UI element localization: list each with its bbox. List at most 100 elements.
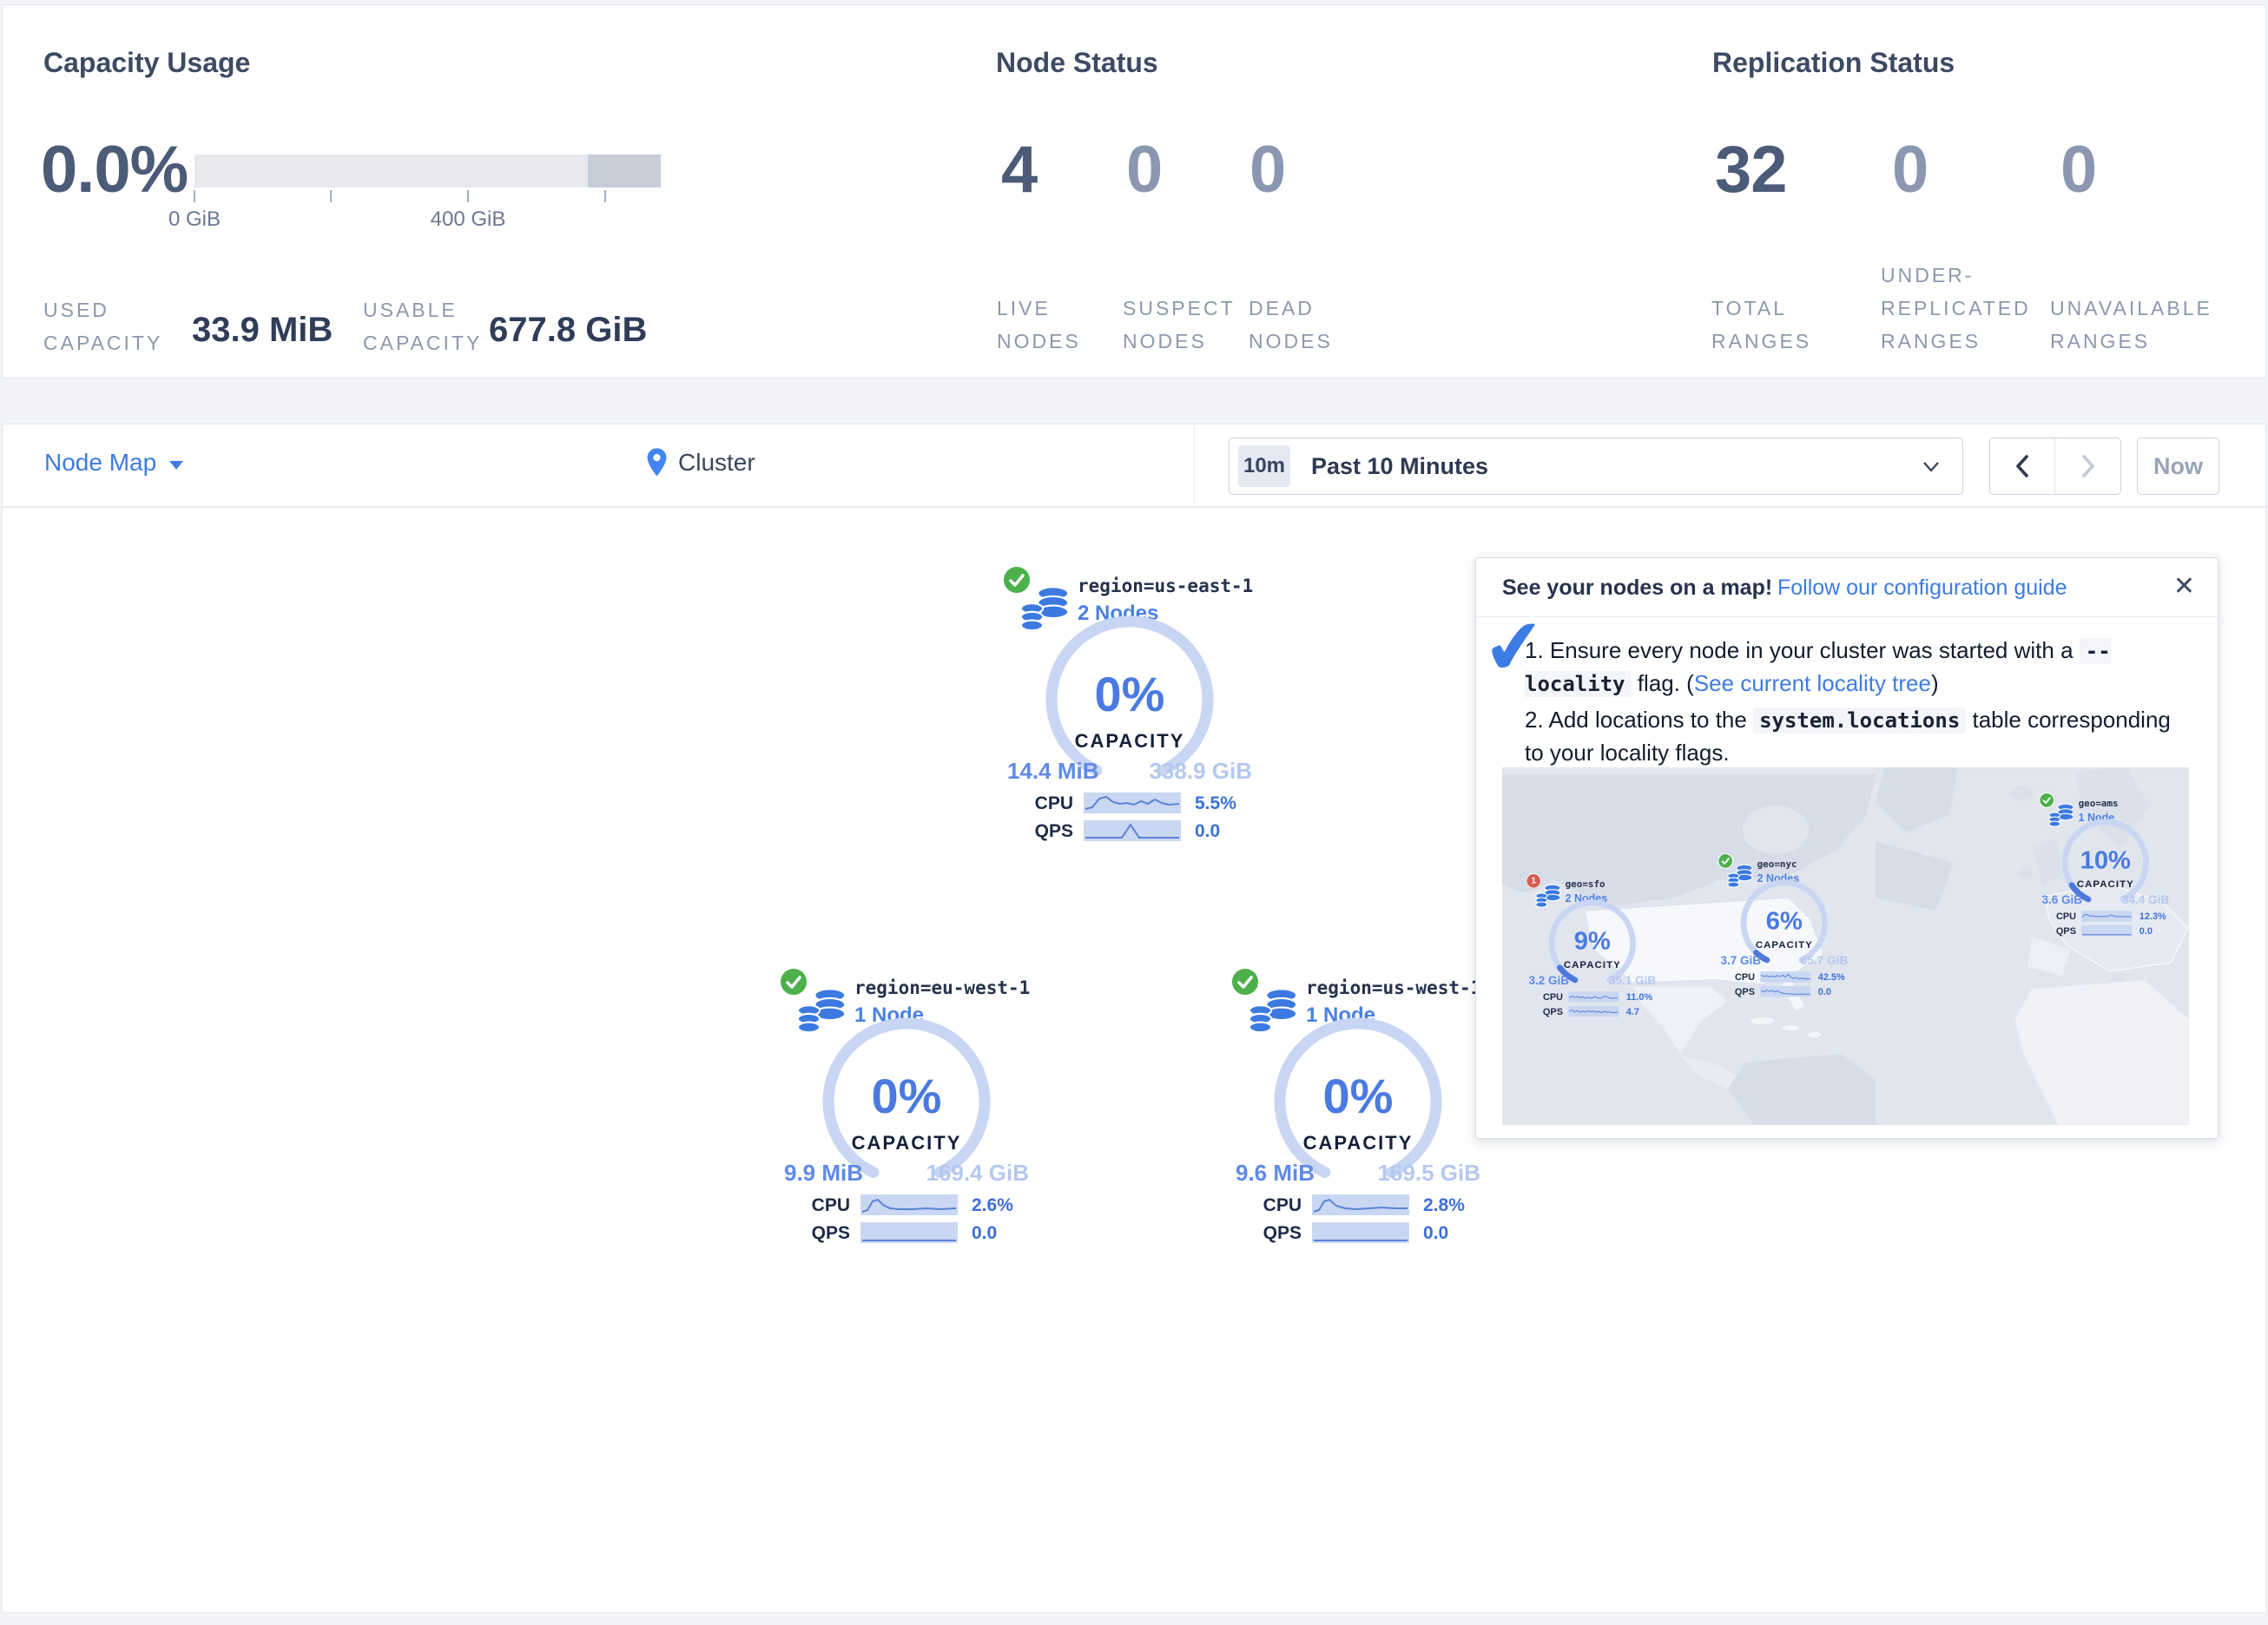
- cpu-row: CPU 12.3%: [2031, 911, 2180, 923]
- cpu-label: CPU: [1710, 972, 1755, 983]
- qps-value: 0.0: [1423, 1223, 1448, 1244]
- usable-capacity-label: USABLECAPACITY: [363, 293, 482, 359]
- warning-status-icon: 1: [1526, 873, 1541, 889]
- qps-sparkline: [1084, 820, 1181, 841]
- qps-value: 0.0: [1195, 821, 1220, 842]
- node-map-setup-popup: See your nodes on a map! Follow our conf…: [1475, 557, 2219, 1139]
- used-value: 3.6 GiB: [2041, 892, 2082, 906]
- configuration-guide-link[interactable]: Follow our configuration guide: [1777, 576, 2067, 601]
- axis-tick: [330, 190, 332, 202]
- qps-sparkline: [2081, 925, 2132, 936]
- used-capacity-value: 33.9 MiB: [192, 311, 333, 350]
- qps-sparkline: [1568, 1006, 1619, 1016]
- capacity-percent-value: 9%: [1518, 925, 1667, 955]
- time-forward-button[interactable]: [2055, 438, 2120, 494]
- total-value: 35.1 GiB: [1609, 973, 1656, 987]
- used-value: 9.6 MiB: [1236, 1160, 1315, 1187]
- qps-row: QPS 0.0: [763, 1222, 1050, 1245]
- cpu-sparkline: [1760, 971, 1810, 982]
- locality-tree-link[interactable]: See current locality tree: [1694, 670, 1931, 696]
- warning-count: 1: [1526, 873, 1541, 889]
- time-back-button[interactable]: [1990, 438, 2055, 494]
- geo-locality-label: geo=sfo: [1566, 878, 1605, 889]
- now-button[interactable]: Now: [2137, 438, 2219, 495]
- capacity-values: 14.4 MiB 338.9 GiB: [1007, 758, 1252, 785]
- node-status-title: Node Status: [996, 47, 1158, 79]
- capacity-percent-value: 6%: [1710, 905, 1859, 935]
- capacity-bar: [194, 155, 661, 188]
- axis-tick: [194, 190, 195, 202]
- cpu-sparkline: [1084, 793, 1181, 813]
- under-replicated-count: 0: [1892, 137, 1928, 203]
- cpu-label: CPU: [1215, 1195, 1302, 1216]
- used-value: 9.9 MiB: [784, 1160, 863, 1187]
- cpu-row: CPU 11.0%: [1518, 991, 1667, 1003]
- region-node-group-us-west-1[interactable]: region=us-west-1 1 Node 0% CAPACITY 9.6 …: [1215, 967, 1501, 1247]
- replication-status-title: Replication Status: [1712, 47, 1955, 79]
- region-node-group-eu-west-1[interactable]: region=eu-west-1 1 Node 0% CAPACITY 9.9 …: [763, 967, 1050, 1247]
- used-value: 3.7 GiB: [1720, 953, 1761, 967]
- qps-sparkline: [860, 1222, 958, 1243]
- geo-locality-label: geo=ams: [2079, 798, 2119, 808]
- qps-value: 0.0: [2139, 925, 2153, 936]
- cluster-summary-bar: Capacity Usage 0.0% 0 GiB 400 GiB USEDCA…: [2, 4, 2266, 378]
- capacity-percent-value: 0%: [986, 666, 1273, 722]
- qps-label: QPS: [986, 821, 1073, 842]
- qps-value: 4.7: [1626, 1006, 1639, 1016]
- capacity-usage-title: Capacity Usage: [43, 47, 250, 79]
- qps-value: 0.0: [972, 1223, 997, 1244]
- capacity-percent: 0.0%: [41, 137, 188, 203]
- location-pin-icon: [646, 447, 668, 483]
- caret-down-icon: [168, 460, 184, 470]
- map-node-group-geo-nyc[interactable]: geo=nyc 2 Nodes 6% CAPACITY 3.7 GiB 65.7…: [1710, 853, 1859, 998]
- region-locality-label: region=eu-west-1: [854, 977, 1030, 998]
- qps-row: QPS 0.0: [1215, 1222, 1501, 1245]
- cpu-row: CPU 42.5%: [1710, 971, 1859, 984]
- total-value: 169.4 GiB: [926, 1160, 1029, 1187]
- time-range-label: Past 10 Minutes: [1311, 453, 1488, 480]
- capacity-values: 3.2 GiB 35.1 GiB: [1528, 973, 1656, 987]
- map-node-group-geo-sfo[interactable]: 1 geo=sfo 2 Nodes 9% CAPACITY 3.2 GiB 35…: [1518, 873, 1667, 1018]
- time-range-dropdown[interactable]: 10m Past 10 Minutes: [1229, 438, 1963, 495]
- geo-locality-label: geo=nyc: [1757, 859, 1797, 869]
- capacity-tick-0: 0 GiB: [134, 207, 255, 232]
- qps-sparkline: [1760, 986, 1810, 997]
- qps-sparkline: [1312, 1222, 1409, 1243]
- healthy-status-icon: [779, 967, 808, 997]
- cluster-overview-page: Capacity Usage 0.0% 0 GiB 400 GiB USEDCA…: [0, 0, 2268, 1625]
- system-locations-code: system.locations: [1753, 707, 1966, 734]
- suspect-nodes-label: SUSPECTNODES: [1123, 292, 1236, 358]
- qps-label: QPS: [1215, 1223, 1302, 1244]
- total-ranges-label: TOTALRANGES: [1711, 292, 1811, 358]
- popup-title: See your nodes on a map!: [1502, 576, 1772, 601]
- map-node-group-geo-ams[interactable]: geo=ams 1 Node 10% CAPACITY 3.6 GiB 34.4…: [2031, 793, 2180, 938]
- step-number: 2.: [1525, 707, 1544, 733]
- capacity-tick-400: 400 GiB: [407, 207, 529, 232]
- region-node-group-us-east-1[interactable]: region=us-east-1 2 Nodes 0% CAPACITY 14.…: [986, 565, 1273, 845]
- axis-tick: [604, 190, 606, 202]
- cpu-sparkline: [1312, 1194, 1409, 1215]
- close-icon[interactable]: ✕: [2173, 574, 2195, 600]
- qps-label: QPS: [1518, 1006, 1563, 1016]
- cpu-value: 42.5%: [1818, 972, 1845, 983]
- cpu-row: CPU 5.5%: [986, 793, 1273, 815]
- region-locality-label: region=us-west-1: [1306, 977, 1481, 998]
- unavailable-ranges-label: UNAVAILABLERANGES: [2050, 292, 2212, 358]
- axis-tick: [467, 190, 469, 202]
- capacity-percent-value: 0%: [1215, 1068, 1501, 1124]
- capacity-values: 3.6 GiB 34.4 GiB: [2041, 892, 2169, 906]
- capacity-bar-usable-segment: [588, 155, 661, 188]
- capacity-values: 3.7 GiB 65.7 GiB: [1720, 953, 1848, 967]
- total-value: 169.5 GiB: [1377, 1160, 1480, 1187]
- cpu-label: CPU: [2031, 911, 2076, 922]
- breadcrumb-cluster[interactable]: Cluster: [678, 449, 755, 477]
- region-locality-label: region=us-east-1: [1078, 576, 1253, 596]
- qps-label: QPS: [763, 1223, 850, 1244]
- cpu-sparkline: [1568, 991, 1619, 1002]
- view-mode-dropdown[interactable]: Node Map: [44, 449, 184, 477]
- dead-nodes-label: DEADNODES: [1249, 292, 1333, 358]
- qps-row: QPS 0.0: [986, 820, 1273, 843]
- capacity-caption: CAPACITY: [1710, 939, 1859, 951]
- qps-row: QPS 0.0: [2031, 925, 2180, 938]
- qps-row: QPS 4.7: [1518, 1006, 1667, 1018]
